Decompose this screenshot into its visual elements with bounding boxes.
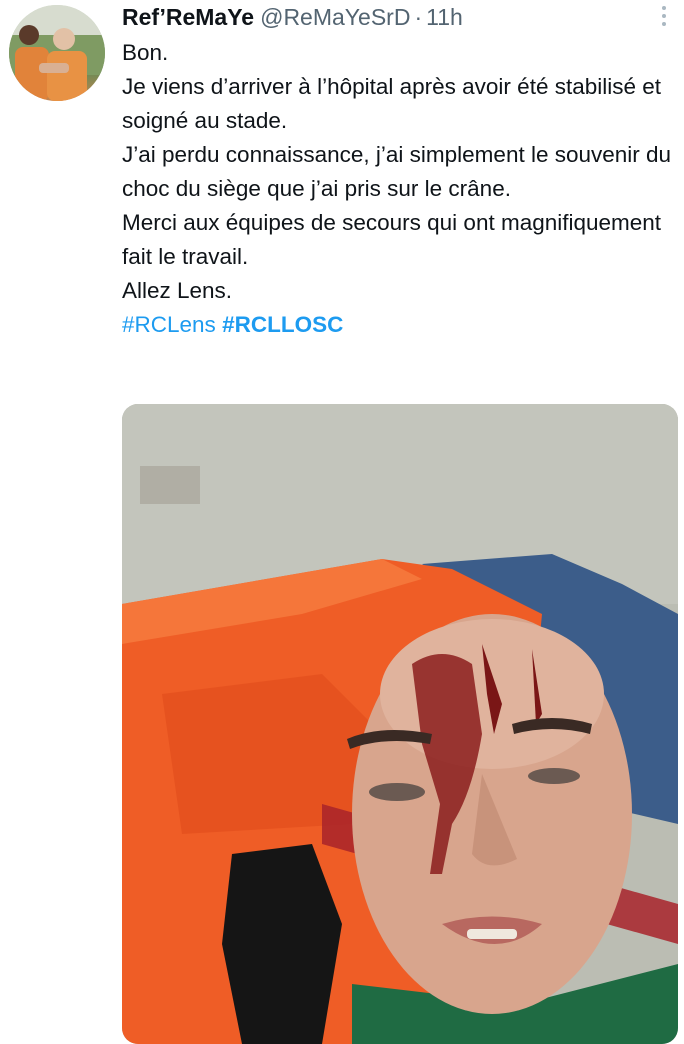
tweet-header: Ref’ReMaYe @ReMaYeSrD · 11h: [122, 4, 664, 34]
author-name[interactable]: Ref’ReMaYe: [122, 4, 254, 30]
more-vertical-icon[interactable]: [654, 4, 674, 30]
tweet-line: Je viens d’arriver à l’hôpital après avo…: [122, 74, 662, 133]
header-separator: ·: [414, 4, 423, 30]
hashtags: #RCLens #RCLLOSC: [122, 308, 672, 342]
author-handle[interactable]: @ReMaYeSrD: [260, 4, 410, 30]
tweet-line: Bon.: [122, 40, 169, 65]
author-avatar[interactable]: [9, 5, 105, 101]
tweet-line: J’ai perdu connaissance, j’ai simplement…: [122, 142, 672, 201]
tweet-line: Merci aux équipes de secours qui ont mag…: [122, 210, 662, 269]
tweet-line: Allez Lens.: [122, 278, 233, 303]
tweet-text: Bon. Je viens d’arriver à l’hôpital aprè…: [122, 36, 672, 342]
selfie-photo: [122, 404, 678, 1044]
avatar-photo: [9, 5, 105, 101]
tweet[interactable]: Ref’ReMaYe @ReMaYeSrD · 11h Bon. Je viens d…: [0, 0, 684, 1044]
tweet-media-photo[interactable]: [122, 404, 678, 1044]
hashtag-rclens[interactable]: #RCLens: [122, 312, 216, 337]
tweet-timestamp[interactable]: 11h: [426, 4, 463, 30]
hashtag-rcllosc[interactable]: #RCLLOSC: [222, 312, 343, 337]
